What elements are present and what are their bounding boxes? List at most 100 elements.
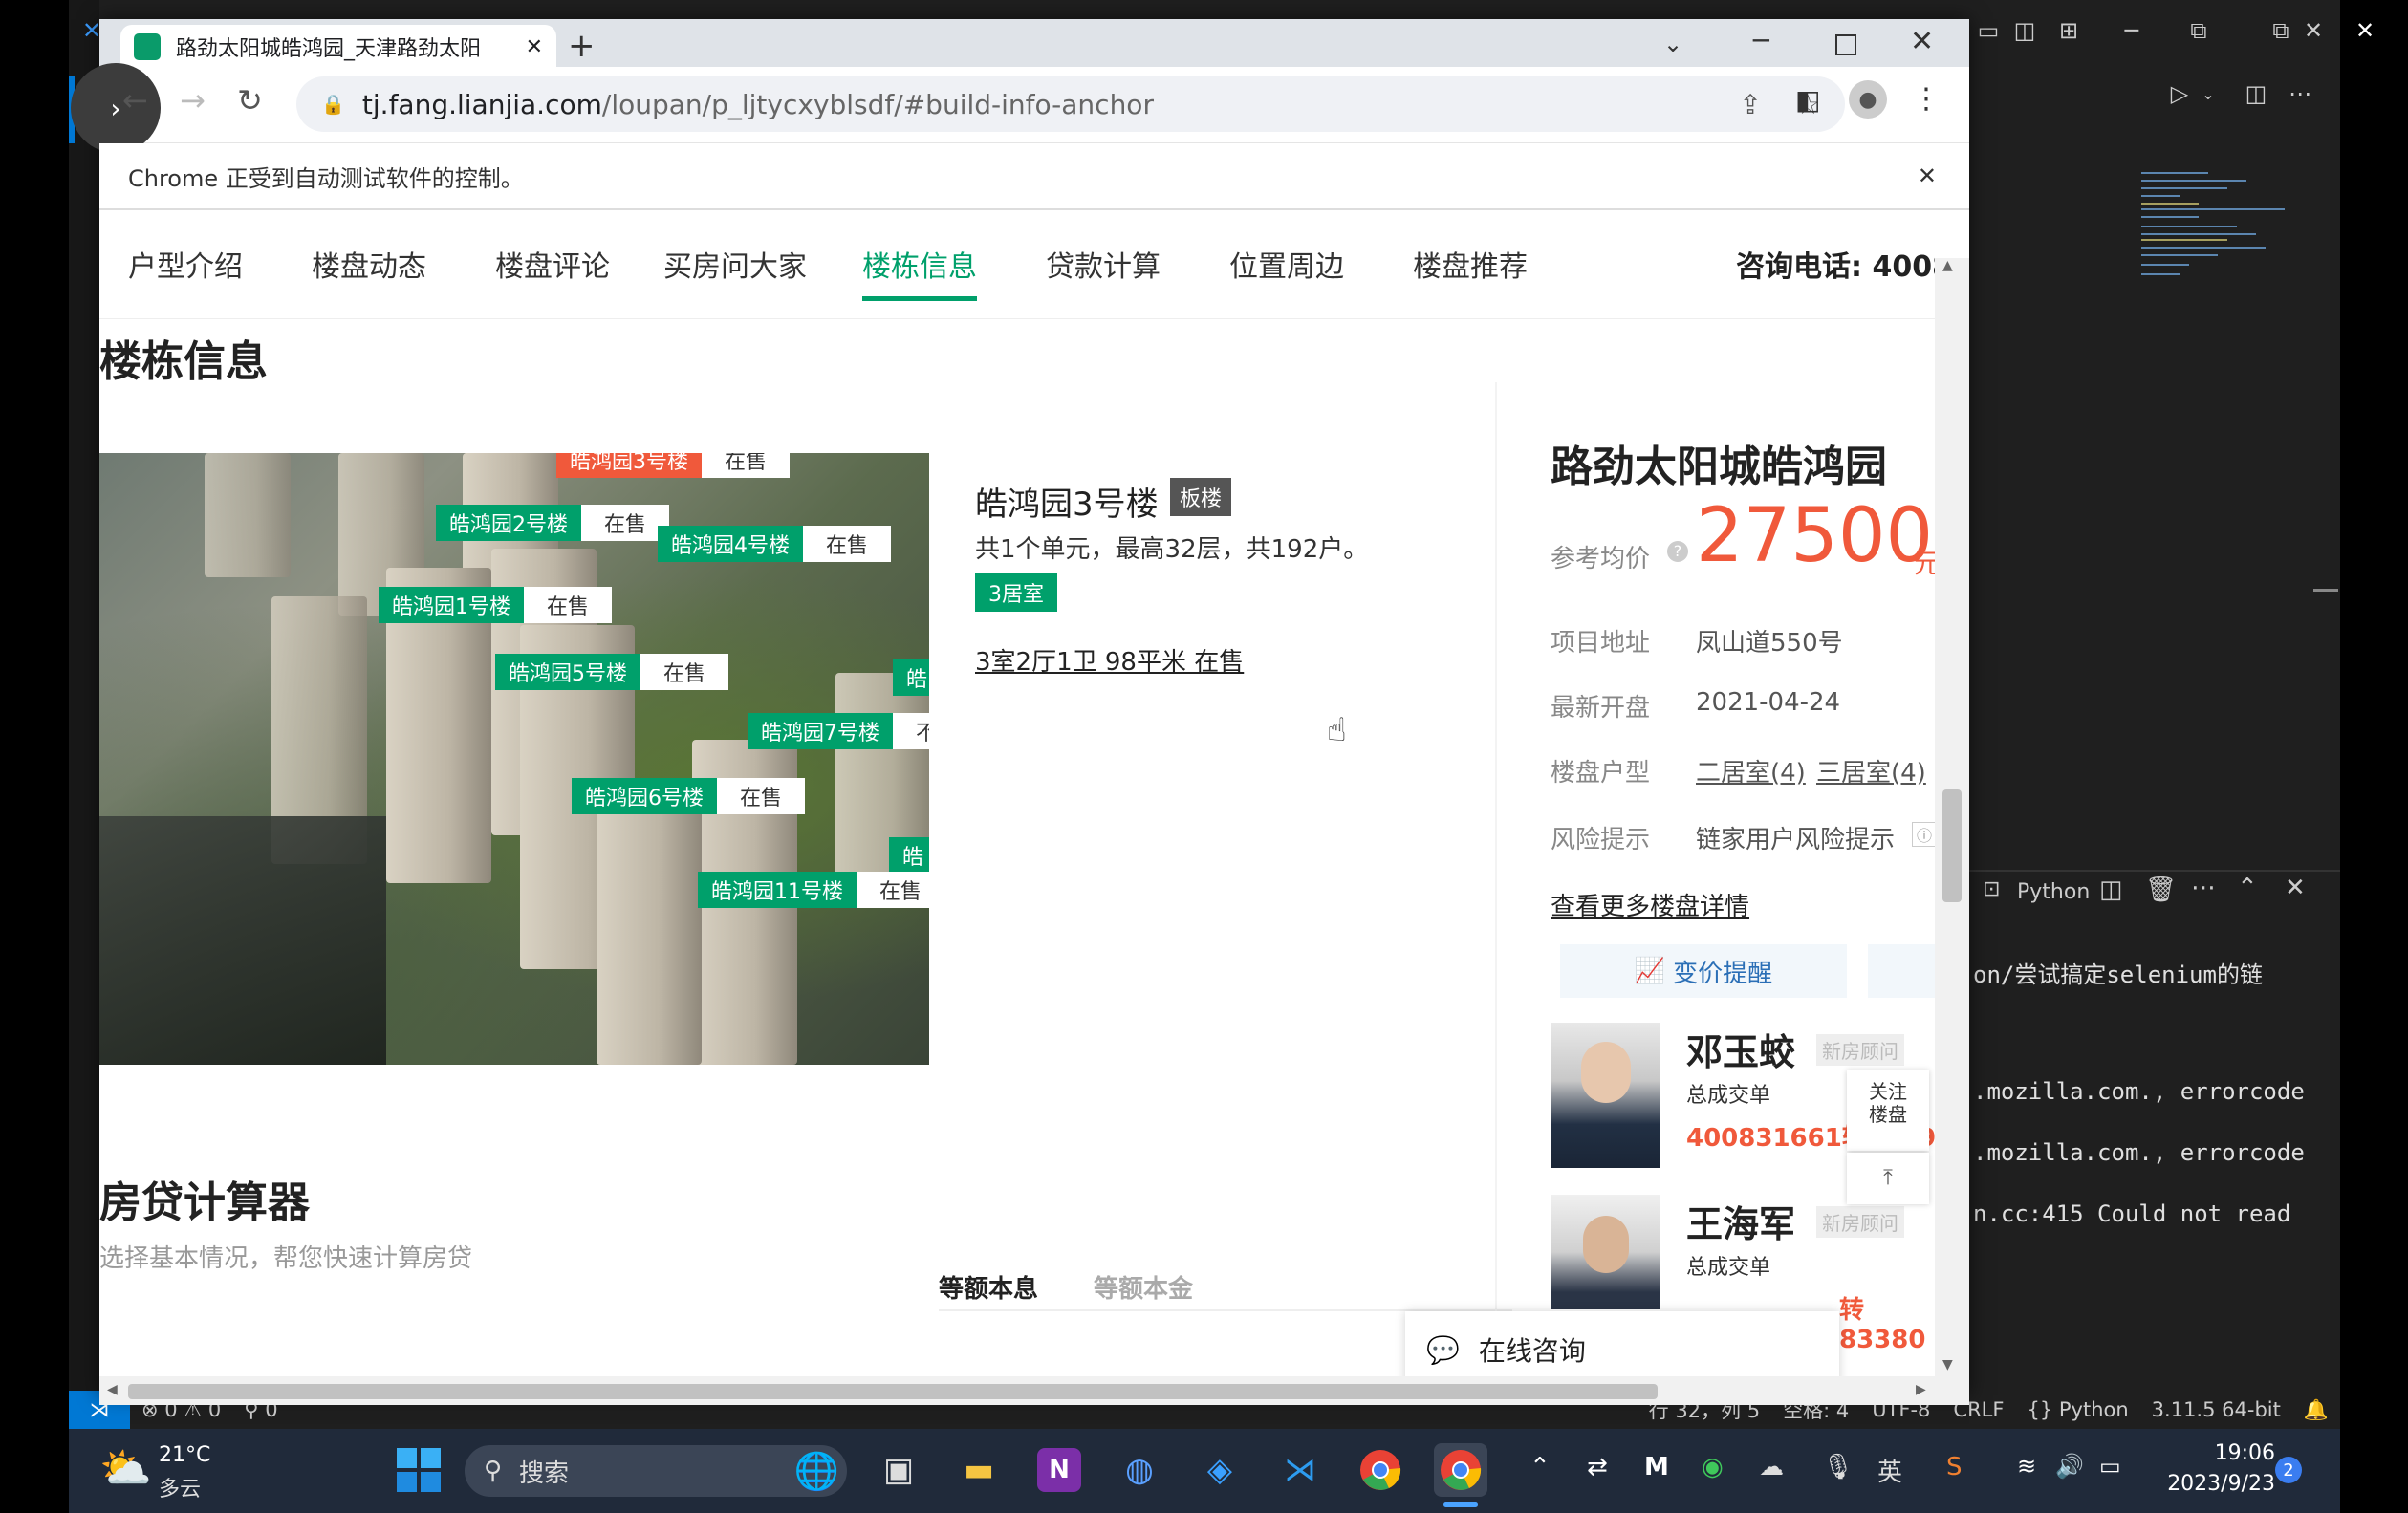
minimize-icon[interactable]: ─ <box>1753 25 1769 56</box>
chevron-up-icon[interactable]: ⌃ <box>2237 874 2258 902</box>
agent-avatar[interactable] <box>1551 1023 1660 1168</box>
battery-icon[interactable]: ▭ <box>2099 1453 2121 1480</box>
terminal-tab-label[interactable]: Python <box>2017 880 2090 904</box>
nav-item-location[interactable]: 位置周边 <box>1229 243 1344 285</box>
more-details-link[interactable]: 查看更多楼盘详情 <box>1551 887 1749 922</box>
close-window-icon[interactable]: ✕ <box>1910 25 1934 58</box>
onenote-icon[interactable]: N <box>1037 1448 1081 1492</box>
notification-badge[interactable]: 2 <box>2275 1457 2302 1483</box>
help-icon[interactable]: ? <box>1667 541 1688 562</box>
taskbar-search[interactable]: ⚲ 搜索 🌐 <box>465 1445 847 1497</box>
vscode-taskbar-icon[interactable]: ⋊ <box>1273 1443 1327 1497</box>
building-label[interactable]: 皓 <box>889 837 929 874</box>
reload-icon[interactable]: ↻ <box>237 82 263 119</box>
building-aerial-map[interactable]: 皓鸿园3号楼 在售 皓鸿园2号楼 在售 皓鸿园4号楼 在售 皓鸿园1号楼 在售 皓鸿园5… <box>99 453 929 1065</box>
chevron-up-icon[interactable]: ⌃ <box>1529 1453 1551 1481</box>
ime-icon[interactable]: 英 <box>1877 1453 1902 1488</box>
new-tab-icon[interactable]: + <box>568 27 596 65</box>
back-icon[interactable]: ← <box>122 82 148 119</box>
forward-icon[interactable]: → <box>180 82 206 119</box>
cloud-icon[interactable]: ☁ <box>1759 1453 1784 1481</box>
split-icon[interactable]: ◫ <box>2006 13 2044 48</box>
close-tab-icon[interactable]: ✕ <box>526 35 543 59</box>
share-icon[interactable]: ⇪ <box>1739 89 1761 120</box>
close-icon[interactable]: ✕ <box>2346 13 2384 48</box>
split-editor-icon[interactable]: ◫ <box>2237 76 2275 111</box>
app-tray-icon[interactable]: S <box>1946 1453 1963 1481</box>
wechat-icon[interactable]: ◉ <box>1702 1453 1724 1481</box>
minimize-icon[interactable]: ─ <box>2113 13 2151 48</box>
tray-icon[interactable]: ⇄ <box>1587 1453 1608 1481</box>
scroll-right-arrow[interactable]: ▶ <box>1916 1382 1926 1397</box>
weather-icon[interactable]: ⛅ <box>99 1443 152 1493</box>
file-explorer-icon[interactable]: ▬ <box>952 1443 1006 1497</box>
browser-tab[interactable]: 路劲太阳城皓鸿园_天津路劲太阳 ✕ <box>120 25 556 69</box>
clock-date[interactable]: 2023/9/23 <box>2157 1472 2275 1496</box>
volume-icon[interactable]: 🔊 <box>2055 1453 2084 1480</box>
chrome-taskbar-icon[interactable] <box>1354 1443 1407 1497</box>
follow-button[interactable]: 关注 楼盘 <box>1847 1070 1929 1151</box>
tab-search-icon[interactable]: ⌄ <box>1663 31 1682 57</box>
menu-icon[interactable]: ⋮ <box>1912 82 1941 116</box>
layout-2room-link[interactable]: 二居室(4) <box>1696 753 1806 789</box>
split-terminal-icon[interactable]: ◫ <box>2099 875 2123 904</box>
scroll-up-arrow[interactable]: ▲ <box>1942 258 1953 273</box>
horizontal-scrollbar[interactable]: ◀ ▶ <box>99 1376 1969 1405</box>
risk-link[interactable]: 链家用户风险提示 <box>1696 820 1895 855</box>
agent-phone[interactable]: 转83380 <box>1839 1290 1935 1354</box>
close-infobar-icon[interactable]: ✕ <box>1918 162 1937 189</box>
nav-item-recommend[interactable]: 楼盘推荐 <box>1413 243 1528 285</box>
side-panel-icon[interactable]: ◧ <box>1795 84 1820 116</box>
nav-item-loan[interactable]: 贷款计算 <box>1046 243 1161 285</box>
task-view-icon[interactable]: ▣ <box>872 1443 925 1497</box>
app-icon[interactable]: ◈ <box>1193 1443 1247 1497</box>
building-label[interactable]: 皓鸿园6号楼 在售 <box>572 778 806 814</box>
building-label[interactable]: 皓鸿园7号楼不 <box>748 713 929 749</box>
agent-name[interactable]: 王海军 <box>1686 1195 1795 1247</box>
chevron-down-icon[interactable]: ⌄ <box>2194 76 2223 111</box>
profile-avatar-icon[interactable]: ● <box>1849 80 1887 119</box>
nav-item-qa[interactable]: 买房问大家 <box>663 243 807 285</box>
more-icon[interactable]: ⋯ <box>2281 76 2319 111</box>
tray-icon[interactable]: M <box>1644 1453 1669 1481</box>
start-button[interactable] <box>392 1443 445 1497</box>
nav-item-floorplans[interactable]: 户型介绍 <box>128 243 243 285</box>
building-label[interactable]: 皓鸿园4号楼 在售 <box>658 526 892 562</box>
back-to-top-icon[interactable]: ⤒ <box>1847 1153 1929 1204</box>
tab-equal-payment[interactable]: 等额本息 <box>939 1269 1038 1305</box>
close-icon[interactable]: ✕ <box>2294 13 2332 48</box>
building-label[interactable]: 皓鸿园2号楼 在售 <box>436 505 670 541</box>
bell-icon[interactable]: 🔔 <box>2292 1398 2340 1422</box>
maximize-icon[interactable] <box>1835 34 1856 55</box>
layout-link[interactable]: 3室2厅1卫 98平米 在售 <box>975 642 1244 678</box>
close-panel-icon[interactable]: ✕ <box>2285 874 2306 902</box>
trash-icon[interactable]: 🗑 <box>2145 875 2177 904</box>
nav-item-reviews[interactable]: 楼盘评论 <box>495 243 610 285</box>
online-consult-button[interactable]: 💬 在线咨询 <box>1405 1311 1839 1376</box>
more-icon[interactable]: ⋯ <box>2191 874 2216 902</box>
building-label[interactable]: 皓鸿园5号楼 在售 <box>495 654 729 690</box>
run-icon[interactable]: ▷ <box>2160 76 2199 111</box>
clock-time[interactable]: 19:06 <box>2180 1441 2275 1465</box>
layout-icon[interactable]: ▭ <box>1969 13 2007 48</box>
nav-item-buildings[interactable]: 楼栋信息 <box>862 243 977 285</box>
horizontal-scroll-thumb[interactable] <box>128 1384 1658 1399</box>
tab-equal-principal[interactable]: 等额本金 <box>1094 1269 1193 1305</box>
customize-layout-icon[interactable]: ⊞ <box>2050 13 2088 48</box>
secondary-button[interactable] <box>1868 944 1935 998</box>
building-label[interactable]: 皓鸿园3号楼 在售 <box>556 453 791 478</box>
restore-icon[interactable]: ⧉ <box>2170 13 2227 48</box>
building-label[interactable]: 皓鸿园1号楼 在售 <box>379 587 613 623</box>
building-label[interactable]: 皓鸿园11号楼 在售 <box>698 872 929 908</box>
app-icon[interactable]: ◍ <box>1113 1443 1166 1497</box>
agent-avatar[interactable] <box>1551 1195 1660 1309</box>
scroll-left-arrow[interactable]: ◀ <box>107 1382 118 1397</box>
language-mode[interactable]: {} Python <box>2015 1398 2139 1421</box>
interpreter-version[interactable]: 3.11.5 64-bit <box>2140 1398 2292 1421</box>
vertical-scroll-thumb[interactable] <box>1942 789 1962 902</box>
microphone-icon[interactable]: 🎙 <box>1822 1453 1854 1481</box>
layout-3room-link[interactable]: 三居室(4) <box>1816 753 1926 789</box>
wifi-icon[interactable]: ≋ <box>2017 1453 2036 1480</box>
agent-name[interactable]: 邓玉蛟 <box>1686 1023 1795 1075</box>
building-label[interactable]: 皓 <box>893 659 929 696</box>
